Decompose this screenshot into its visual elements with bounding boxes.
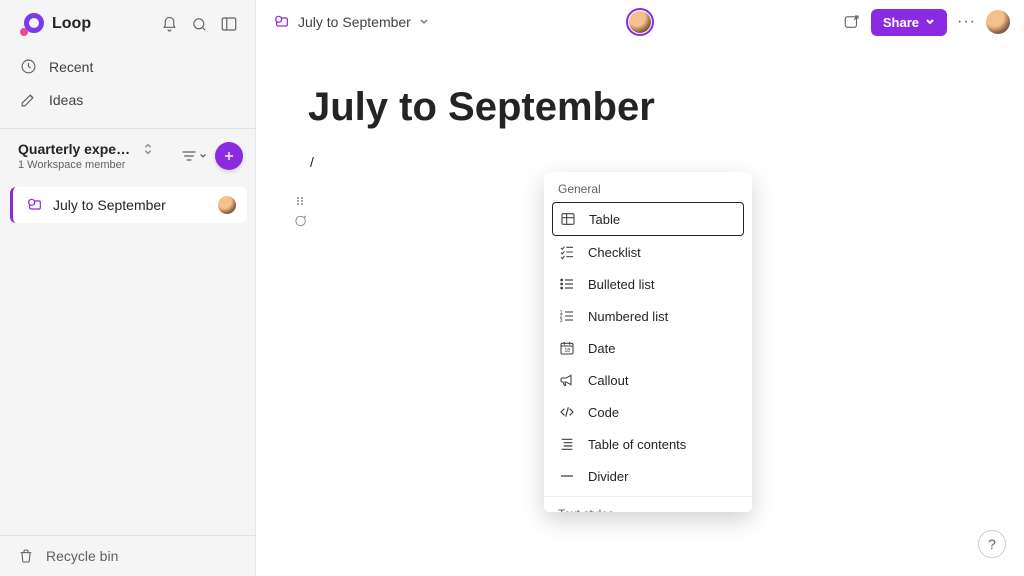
sidebar: Loop Recent Ideas [0,0,256,576]
slash-item-label: Bulleted list [588,277,654,292]
slash-item-numbered-list[interactable]: 123 Numbered list [544,300,752,332]
slash-item-date[interactable]: 18 Date [544,332,752,364]
recycle-bin[interactable]: Recycle bin [0,535,255,576]
table-icon [559,210,577,228]
breadcrumb[interactable]: July to September [274,14,429,30]
workspace-header: Quarterly expendit... 1 Workspace member [0,129,255,179]
page-title[interactable]: July to September [308,84,988,130]
slash-menu: General Table Checklist Bulleted list 12… [544,172,752,512]
account-avatar[interactable] [986,10,1010,34]
megaphone-icon [558,371,576,389]
checklist-icon [558,243,576,261]
add-page-button[interactable] [215,142,243,170]
page-item-label: July to September [53,197,207,213]
help-button[interactable]: ? [978,530,1006,558]
slash-item-label: Table [589,212,620,227]
editor-slash-line[interactable]: / [308,154,988,170]
svg-text:18: 18 [564,348,570,354]
slash-item-label: Checklist [588,245,641,260]
search-icon[interactable] [189,14,209,34]
panel-collapse-icon[interactable] [219,14,239,34]
page-item-july-sept[interactable]: July to September [10,187,247,223]
breadcrumb-label: July to September [298,14,411,30]
notifications-icon[interactable] [159,14,179,34]
slash-item-bulleted-list[interactable]: Bulleted list [544,268,752,300]
slash-item-label: Divider [588,469,628,484]
recycle-label: Recycle bin [46,548,118,564]
slash-item-divider[interactable]: Divider [544,460,752,492]
workspace-title[interactable]: Quarterly expendit... [18,141,138,157]
nav-recent[interactable]: Recent [12,50,243,83]
divider-icon [558,467,576,485]
filter-icon[interactable] [181,149,207,163]
toc-icon [558,435,576,453]
slash-item-code[interactable]: Code [544,396,752,428]
code-icon [558,403,576,421]
share-button[interactable]: Share [871,9,947,36]
app-name: Loop [52,15,91,33]
more-icon[interactable]: ··· [957,13,976,31]
bulleted-list-icon [558,275,576,293]
slash-item-label: Callout [588,373,628,388]
slash-item-toc[interactable]: Table of contents [544,428,752,460]
loop-insert-icon[interactable] [843,13,861,31]
slash-item-label: Date [588,341,615,356]
loop-component-icon [274,14,290,30]
trash-icon [18,548,34,564]
calendar-icon: 18 [558,339,576,357]
expand-collapse-icon[interactable] [142,142,154,156]
slash-section-text-styles: Text styles [544,497,752,512]
sidebar-top: Loop [0,0,255,44]
workspace-subtitle: 1 Workspace member [18,159,175,171]
slash-item-checklist[interactable]: Checklist [544,236,752,268]
loop-logo-icon [20,12,44,36]
main: July to September Share ··· [256,0,1024,576]
clock-icon [20,58,37,75]
numbered-list-icon: 123 [558,307,576,325]
app-brand[interactable]: Loop [20,12,91,36]
comment-icon[interactable] [293,214,307,228]
chevron-down-icon [419,17,429,27]
loop-component-icon [27,197,43,213]
nav-recent-label: Recent [49,59,93,75]
page-list: July to September [0,179,255,535]
pencil-icon [20,91,37,108]
sidebar-nav: Recent Ideas [0,44,255,128]
drag-handle-icon[interactable] [295,196,305,206]
presence-avatar-ring[interactable] [626,8,654,36]
slash-item-label: Table of contents [588,437,686,452]
share-label: Share [883,15,919,30]
slash-item-label: Code [588,405,619,420]
topbar: July to September Share ··· [256,0,1024,44]
sidebar-top-icons [159,14,239,34]
line-gutter [292,196,308,576]
page-author-avatar [217,195,237,215]
slash-item-table[interactable]: Table [552,202,744,236]
svg-text:3: 3 [560,318,563,324]
nav-ideas-label: Ideas [49,92,83,108]
slash-item-callout[interactable]: Callout [544,364,752,396]
slash-item-label: Numbered list [588,309,668,324]
slash-section-general: General [544,172,752,202]
nav-ideas[interactable]: Ideas [12,83,243,116]
